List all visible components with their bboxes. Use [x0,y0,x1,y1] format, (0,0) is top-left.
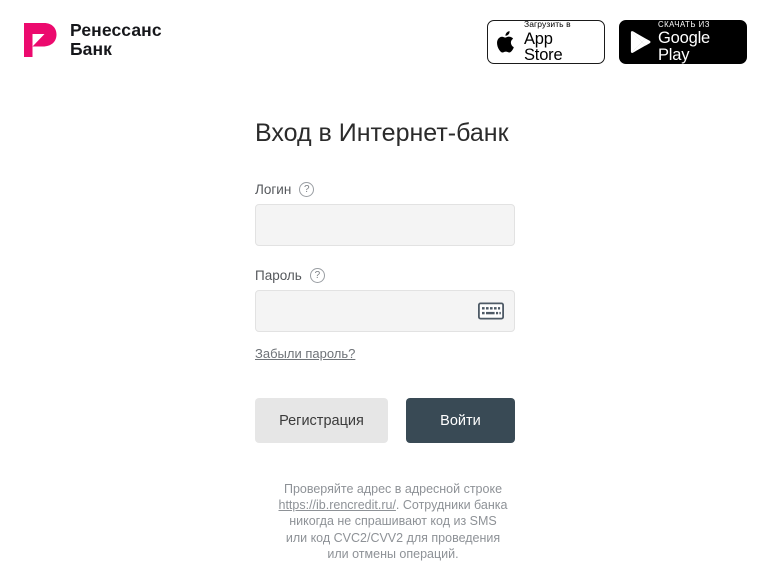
brand-name-line1: Ренессанс [70,20,162,40]
renaissance-leaf-p-logo-icon [22,21,58,59]
store-badges: Загрузить в App Store СКАЧАТЬ ИЗ Google … [487,20,747,64]
security-notice-line1: Проверяйте адрес в адресной строке [283,482,503,496]
brand-logo[interactable]: Ренессанс Банк [22,21,162,59]
password-field-group: Пароль ? [255,268,515,332]
login-label-row: Логин ? [255,182,515,197]
forgot-password-link[interactable]: Забыли пароль? [255,346,355,361]
app-store-big-label: App Store [524,29,563,65]
brand-name: Ренессанс Банк [70,21,162,59]
security-notice-line5: или отмены операций. [327,546,459,561]
login-input-holder [255,204,515,246]
password-input-holder [255,290,515,332]
security-notice-line2: . Сотрудники банка [395,498,508,513]
apple-icon [497,30,517,54]
register-button[interactable]: Регистрация [255,398,388,443]
app-store-labels: Загрузить в App Store [524,20,595,64]
password-label-row: Пароль ? [255,268,515,283]
page-title: Вход в Интернет-банк [255,119,509,147]
app-store-button[interactable]: Загрузить в App Store [487,20,605,64]
google-play-big-label: Google Play [658,29,711,64]
google-play-icon [629,30,651,54]
login-input[interactable] [255,204,515,246]
login-form: Вход в Интернет-банк Логин ? Пароль ? За… [255,118,515,443]
security-notice-line4: или код CVC2/CVV2 для проведения [285,530,501,545]
bank-url-link[interactable]: https://ib.rencredit.ru/ [279,498,396,512]
brand-name-line2: Банк [70,39,113,59]
google-play-button[interactable]: СКАЧАТЬ ИЗ Google Play [619,20,747,64]
password-input[interactable] [255,290,515,332]
login-field-group: Логин ? [255,182,515,246]
login-help-question-mark-icon[interactable]: ? [299,182,315,197]
app-store-small-label: Загрузить в [524,19,571,30]
virtual-keyboard-icon[interactable] [477,302,505,320]
login-submit-button[interactable]: Войти [405,398,515,443]
password-help-question-mark-icon[interactable]: ? [309,268,325,283]
google-play-labels: СКАЧАТЬ ИЗ Google Play [658,19,737,64]
field-spacer [255,246,515,268]
form-buttons-row: Регистрация Войти [255,398,515,443]
password-label: Пароль [255,268,302,283]
security-notice: Проверяйте адрес в адресной строке https… [253,481,533,562]
login-label: Логин [255,182,292,197]
security-notice-line3: никогда не спрашивают код из SMS [289,514,497,529]
page-header: Ренессанс Банк Загрузить в App Store СКА… [0,0,773,84]
google-play-small-label: СКАЧАТЬ ИЗ [658,19,710,29]
